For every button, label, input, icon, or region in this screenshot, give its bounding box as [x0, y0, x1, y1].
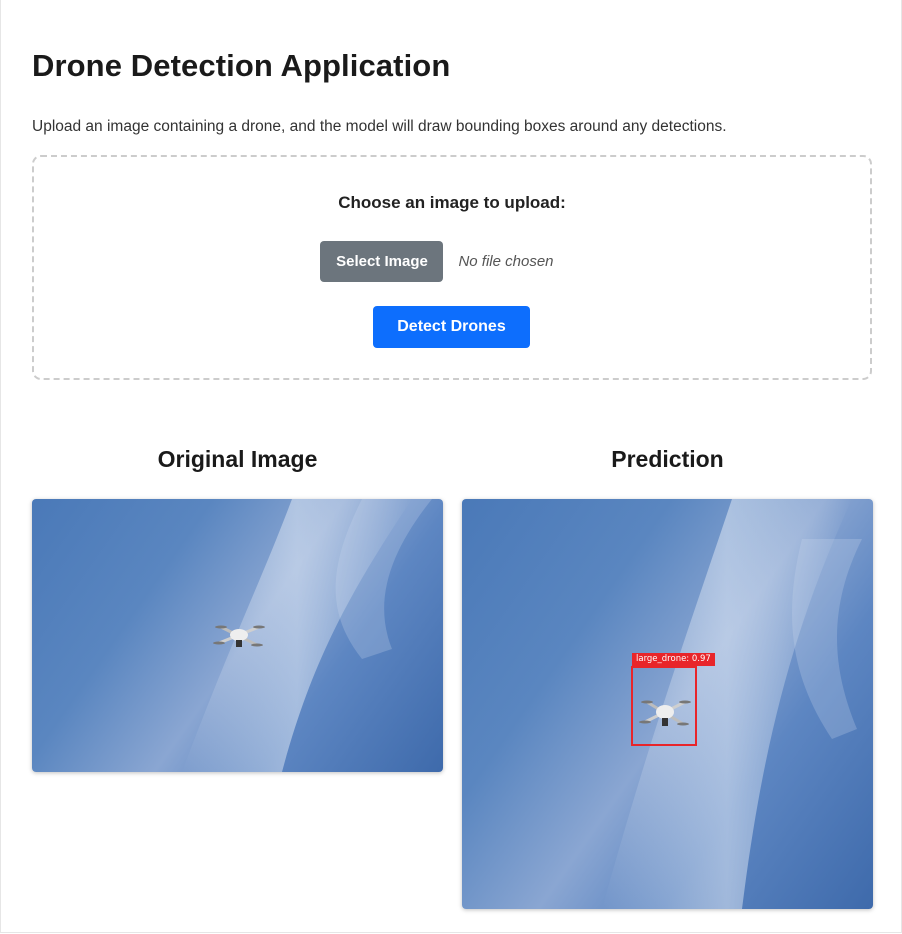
original-image-title: Original Image: [157, 446, 318, 472]
page-intro: Upload an image containing a drone, and …: [32, 118, 727, 135]
sky-image-original: [182, 499, 432, 772]
prediction-image: large_drone: 0.97: [462, 499, 873, 909]
upload-label: Choose an image to upload:: [338, 193, 566, 212]
file-input-row: Select Image No file chosen: [34, 241, 870, 282]
prediction-panel: Prediction large_drone: 0.97: [462, 446, 873, 909]
original-image: [32, 499, 443, 772]
upload-dropzone[interactable]: Choose an image to upload: Select Image …: [32, 155, 872, 380]
detection-bounding-box: [631, 666, 697, 746]
original-image-panel: Original Image: [32, 446, 443, 772]
prediction-title: Prediction: [611, 446, 724, 472]
file-status-text: No file chosen: [458, 253, 554, 270]
page-title: Drone Detection Application: [32, 48, 451, 83]
detection-label: large_drone: 0.97: [632, 653, 715, 666]
detect-drones-button[interactable]: Detect Drones: [373, 306, 530, 348]
select-image-button[interactable]: Select Image: [320, 241, 444, 282]
